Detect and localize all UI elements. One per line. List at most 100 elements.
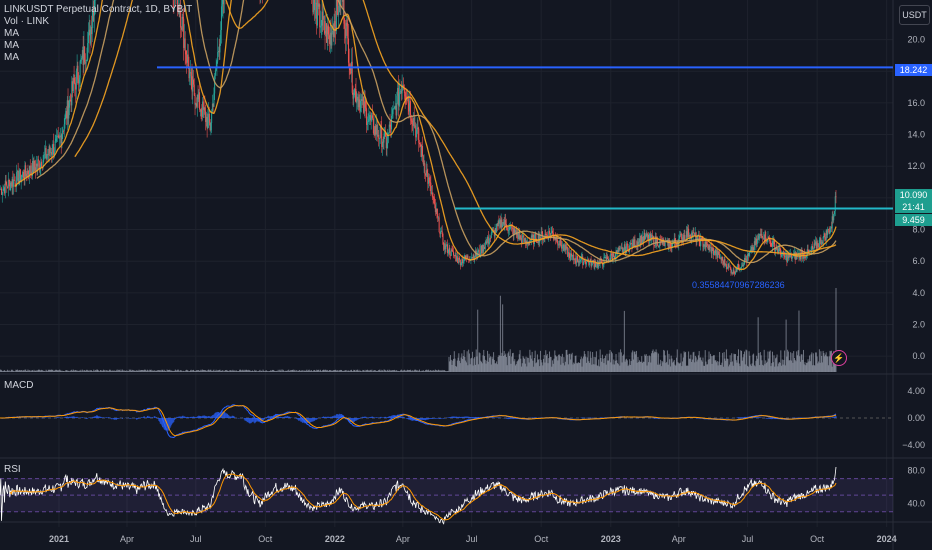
candle-body xyxy=(334,21,336,27)
candle-body xyxy=(372,115,374,119)
candle-body xyxy=(22,171,24,178)
candle-body xyxy=(511,227,513,229)
time-tick-label: 2022 xyxy=(325,534,345,544)
candle-body xyxy=(193,79,195,85)
candle-body xyxy=(354,88,356,96)
candle-body xyxy=(541,231,543,234)
candle-body xyxy=(460,263,462,266)
candle-body xyxy=(552,230,554,234)
candle-body xyxy=(55,138,57,142)
candle-body xyxy=(703,246,705,248)
candle-body xyxy=(436,208,438,215)
macd-histogram-bar xyxy=(295,417,297,418)
candle-body xyxy=(434,198,436,205)
candle-body xyxy=(331,32,333,46)
time-tick-label: Oct xyxy=(534,534,549,544)
candle-body xyxy=(219,43,221,53)
macd-label[interactable]: MACD xyxy=(4,380,33,391)
macd-histogram-bar xyxy=(264,418,266,420)
grid xyxy=(0,0,932,550)
candle-body xyxy=(549,230,551,234)
candle-body xyxy=(418,128,420,143)
candle-body xyxy=(50,152,52,155)
candle-body xyxy=(733,269,735,274)
candle-body xyxy=(413,118,415,127)
candle-body xyxy=(44,154,46,156)
candle-body xyxy=(491,232,493,233)
currency-button[interactable]: USDT xyxy=(899,5,930,25)
rsi-pane xyxy=(0,466,893,525)
candle-body xyxy=(835,196,837,198)
macd-pane xyxy=(0,404,893,438)
candle-body xyxy=(449,247,451,255)
candle-body xyxy=(729,266,731,269)
candle-body xyxy=(570,253,572,257)
time-tick-label: Jul xyxy=(466,534,478,544)
candle-body xyxy=(595,266,597,267)
candle-body xyxy=(817,243,819,247)
candle-body xyxy=(459,257,461,260)
candle-body xyxy=(314,3,316,11)
candle-body xyxy=(689,234,691,237)
candle-body xyxy=(430,182,432,194)
candle-body xyxy=(189,73,191,79)
candle-body xyxy=(440,231,442,235)
candle-body xyxy=(215,68,217,71)
time-tick-label: Apr xyxy=(672,534,686,544)
macd-histogram-bar xyxy=(835,415,837,418)
candle-body xyxy=(772,241,774,247)
level-tag-high: 18.242 xyxy=(895,64,932,76)
price-annotation: 0.35584470967286236 xyxy=(692,280,785,290)
candle-body xyxy=(392,109,394,115)
candle-body xyxy=(69,99,71,108)
candle-body xyxy=(14,180,16,185)
last-price-tag: 10.090 xyxy=(895,189,932,201)
candle-body xyxy=(388,132,390,134)
candle-body xyxy=(403,88,405,94)
candle-body xyxy=(328,34,330,36)
candle-body xyxy=(323,16,325,32)
candle-body xyxy=(511,226,513,228)
legend-ma-1[interactable]: MA xyxy=(4,28,192,40)
legend-ma-3[interactable]: MA xyxy=(4,52,192,64)
candle-body xyxy=(417,127,419,129)
candle-body xyxy=(833,214,835,221)
candle-body xyxy=(367,121,369,124)
legend-ma-2[interactable]: MA xyxy=(4,40,192,52)
macd-histogram-bar xyxy=(83,417,85,418)
candle-body xyxy=(364,101,366,108)
countdown-tag: 21:41 xyxy=(895,201,932,213)
lightning-icon[interactable]: ⚡ xyxy=(831,350,847,366)
candle-body xyxy=(347,25,349,39)
candle-body xyxy=(336,0,338,7)
time-tick-label: Oct xyxy=(810,534,825,544)
legend-volume[interactable]: Vol · LINK xyxy=(4,16,192,28)
candle-body xyxy=(781,254,783,257)
rsi-label[interactable]: RSI xyxy=(4,464,21,475)
candle-body xyxy=(490,237,492,239)
time-tick-label: 2021 xyxy=(49,534,69,544)
macd-histogram-bar xyxy=(318,417,320,418)
candle-body xyxy=(709,245,711,248)
candle-body xyxy=(506,228,508,231)
candle-body xyxy=(758,235,760,239)
candle-body xyxy=(356,100,358,103)
candle-body xyxy=(429,181,431,183)
candle-body xyxy=(822,237,824,244)
time-tick-label: 2023 xyxy=(601,534,621,544)
candle-body xyxy=(221,4,223,7)
candle-body xyxy=(25,165,27,174)
candle-body xyxy=(490,232,492,238)
candle-body xyxy=(658,245,660,247)
candle-body xyxy=(779,247,781,253)
candle-body xyxy=(27,170,29,175)
price-chart[interactable]: 0.02.04.06.08.010.012.014.016.018.020.0−… xyxy=(0,0,932,550)
candle-body xyxy=(346,22,348,26)
candle-body xyxy=(791,257,793,260)
candle-body xyxy=(349,68,351,71)
candle-body xyxy=(438,217,440,233)
candle-body xyxy=(386,142,388,149)
candle-body xyxy=(453,251,455,256)
candle-body xyxy=(432,196,434,198)
price-tick-label: 8.0 xyxy=(912,225,925,235)
